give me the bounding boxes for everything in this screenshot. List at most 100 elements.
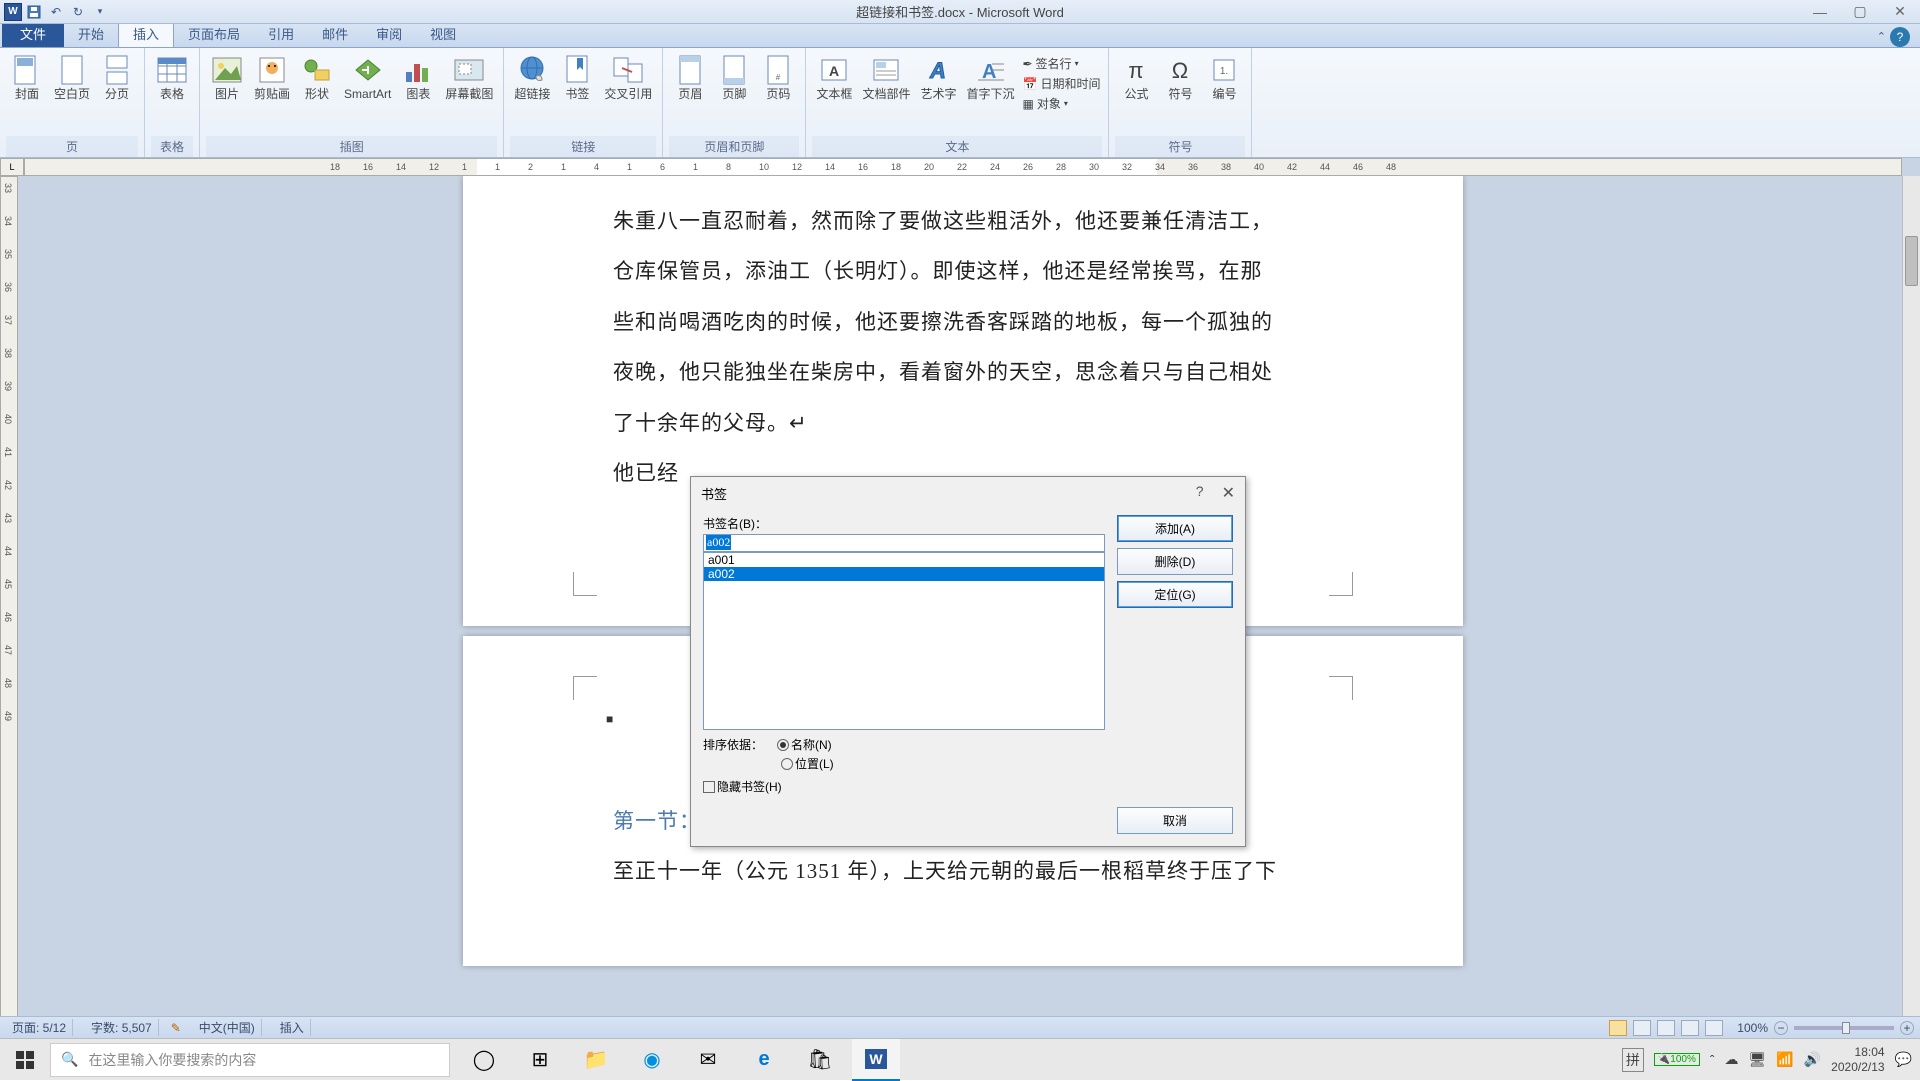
view-outline[interactable] — [1681, 1020, 1699, 1036]
wordart-button[interactable]: A艺术字 — [916, 52, 960, 103]
bookmark-button[interactable]: 书签 — [556, 52, 598, 103]
zoom-in-button[interactable]: + — [1900, 1021, 1914, 1035]
shapes-button[interactable]: 形状 — [296, 52, 338, 103]
taskbar-app1[interactable]: ◉ — [628, 1039, 676, 1081]
close-button[interactable]: ✕ — [1880, 0, 1920, 24]
clipart-button[interactable]: 剪贴画 — [250, 52, 294, 103]
qat-undo[interactable]: ↶ — [46, 2, 66, 22]
tab-review[interactable]: 审阅 — [362, 20, 416, 47]
symbol-button[interactable]: Ω符号 — [1159, 52, 1201, 103]
view-full-screen[interactable] — [1633, 1020, 1651, 1036]
taskbar-edge[interactable]: e — [740, 1039, 788, 1081]
table-button[interactable]: 表格 — [151, 52, 193, 103]
zoom-slider[interactable] — [1794, 1026, 1894, 1030]
view-web-layout[interactable] — [1657, 1020, 1675, 1036]
qat-customize[interactable]: ▾ — [90, 2, 110, 22]
qat-redo[interactable]: ↻ — [68, 2, 88, 22]
tab-view[interactable]: 视图 — [416, 20, 470, 47]
sort-position-radio[interactable]: 位置(L) — [781, 755, 834, 772]
object-button[interactable]: ▦对象▾ — [1020, 94, 1102, 113]
bookmark-list-item[interactable]: a001 — [704, 553, 1104, 567]
chart-button[interactable]: 图表 — [397, 52, 439, 103]
page-break-button[interactable]: 分页 — [96, 52, 138, 103]
horizontal-ruler[interactable]: 1816141211214161810121416182022242628303… — [24, 158, 1902, 176]
tray-chevron-icon[interactable]: ˆ — [1710, 1052, 1715, 1068]
ribbon-minimize-icon[interactable]: ⌃ — [1877, 30, 1886, 43]
status-mode[interactable]: 插入 — [274, 1019, 311, 1036]
dropcap-button[interactable]: A首字下沉 — [962, 52, 1018, 103]
vertical-ruler[interactable]: 3334353637383940414243444546474849 — [0, 176, 18, 1038]
document-text[interactable]: 夜晚，他只能独坐在柴房中，看着窗外的天空，思念着只与自己相处 — [613, 347, 1313, 397]
blank-page-button[interactable]: 空白页 — [50, 52, 94, 103]
header-button[interactable]: 页眉 — [669, 52, 711, 103]
tab-references[interactable]: 引用 — [254, 20, 308, 47]
zoom-out-button[interactable]: − — [1774, 1021, 1788, 1035]
add-button[interactable]: 添加(A) — [1117, 515, 1233, 542]
ruler-corner[interactable]: L — [0, 158, 24, 176]
document-text[interactable]: 些和尚喝酒吃肉的时候，他还要擦洗香客踩踏的地板，每一个孤独的 — [613, 297, 1313, 347]
tab-layout[interactable]: 页面布局 — [174, 20, 254, 47]
taskbar-search[interactable]: 🔍 在这里输入你要搜索的内容 — [50, 1043, 450, 1077]
help-button[interactable]: ? — [1890, 27, 1910, 47]
footer-button[interactable]: 页脚 — [713, 52, 755, 103]
textbox-button[interactable]: A文本框 — [812, 52, 856, 103]
start-button[interactable] — [0, 1039, 50, 1080]
onedrive-icon[interactable]: ☁ — [1725, 1051, 1739, 1068]
ime-indicator[interactable]: 拼 — [1622, 1048, 1644, 1072]
page-number-button[interactable]: #页码 — [757, 52, 799, 103]
cover-page-button[interactable]: 封面 — [6, 52, 48, 103]
bookmark-list-item[interactable]: a002 — [704, 567, 1104, 581]
document-text[interactable]: 了十余年的父母。↵ — [613, 398, 1313, 448]
taskbar-cortana[interactable]: ⊞ — [516, 1039, 564, 1081]
tab-mailings[interactable]: 邮件 — [308, 20, 362, 47]
task-view-button[interactable]: ◯ — [460, 1039, 508, 1081]
tab-file[interactable]: 文件 — [2, 20, 64, 47]
goto-button[interactable]: 定位(G) — [1117, 581, 1233, 608]
taskbar-mail[interactable]: ✉ — [684, 1039, 732, 1081]
notifications-icon[interactable]: 💬 — [1895, 1051, 1912, 1068]
network-icon[interactable]: 🖥 — [1749, 1051, 1767, 1068]
smartart-button[interactable]: SmartArt — [340, 52, 395, 103]
equation-button[interactable]: π公式 — [1115, 52, 1157, 103]
bookmark-name-input[interactable] — [703, 534, 1105, 552]
vertical-scrollbar[interactable] — [1902, 176, 1920, 1038]
volume-icon[interactable]: 🔊 — [1804, 1051, 1821, 1068]
cancel-button[interactable]: 取消 — [1117, 807, 1233, 834]
dialog-help-button[interactable]: ? — [1196, 483, 1204, 503]
screenshot-button[interactable]: 屏幕截图 — [441, 52, 497, 103]
taskbar-word[interactable]: W — [852, 1039, 900, 1081]
view-print-layout[interactable] — [1609, 1020, 1627, 1036]
number-button[interactable]: 1.编号 — [1203, 52, 1245, 103]
document-text[interactable]: 仓库保管员，添油工（长明灯）。即使这样，他还是经常挨骂，在那 — [613, 246, 1313, 296]
zoom-slider-thumb[interactable] — [1842, 1022, 1850, 1034]
cross-reference-button[interactable]: 交叉引用 — [600, 52, 656, 103]
wifi-icon[interactable]: 📶 — [1776, 1051, 1793, 1068]
hyperlink-button[interactable]: 超链接 — [510, 52, 554, 103]
dialog-close-button[interactable]: ✕ — [1222, 483, 1235, 503]
status-language[interactable]: 中文(中国) — [193, 1019, 262, 1036]
taskbar-clock[interactable]: 18:04 2020/2/13 — [1831, 1045, 1884, 1074]
proofing-icon[interactable]: ✎ — [171, 1021, 181, 1035]
document-text[interactable]: 至正十一年（公元 1351 年），上天给元朝的最后一根稻草终于压了下 — [613, 846, 1313, 896]
delete-button[interactable]: 删除(D) — [1117, 548, 1233, 575]
qat-save[interactable] — [24, 2, 44, 22]
tab-home[interactable]: 开始 — [64, 20, 118, 47]
document-text[interactable]: 朱重八一直忍耐着，然而除了要做这些粗活外，他还要兼任清洁工， — [613, 196, 1313, 246]
scroll-thumb[interactable] — [1905, 236, 1918, 286]
quickparts-button[interactable]: 文档部件 — [858, 52, 914, 103]
taskbar-explorer[interactable]: 📁 — [572, 1039, 620, 1081]
battery-icon[interactable]: 🔌100% — [1654, 1053, 1700, 1066]
taskbar-store[interactable]: 🛍 — [796, 1039, 844, 1081]
minimize-button[interactable]: — — [1800, 0, 1840, 24]
signature-line-button[interactable]: ✒签名行▾ — [1020, 54, 1102, 73]
picture-button[interactable]: 图片 — [206, 52, 248, 103]
sort-name-radio[interactable]: 名称(N) — [777, 736, 832, 753]
bookmark-list[interactable]: a001 a002 — [703, 552, 1105, 730]
view-draft[interactable] — [1705, 1020, 1723, 1036]
datetime-button[interactable]: 📅日期和时间 — [1020, 74, 1102, 93]
status-words[interactable]: 字数: 5,507 — [85, 1019, 159, 1036]
status-page[interactable]: 页面: 5/12 — [6, 1019, 73, 1036]
zoom-level[interactable]: 100% — [1737, 1021, 1768, 1035]
hidden-bookmarks-checkbox[interactable]: 隐藏书签(H) — [703, 778, 1105, 795]
maximize-button[interactable]: ▢ — [1840, 0, 1880, 24]
